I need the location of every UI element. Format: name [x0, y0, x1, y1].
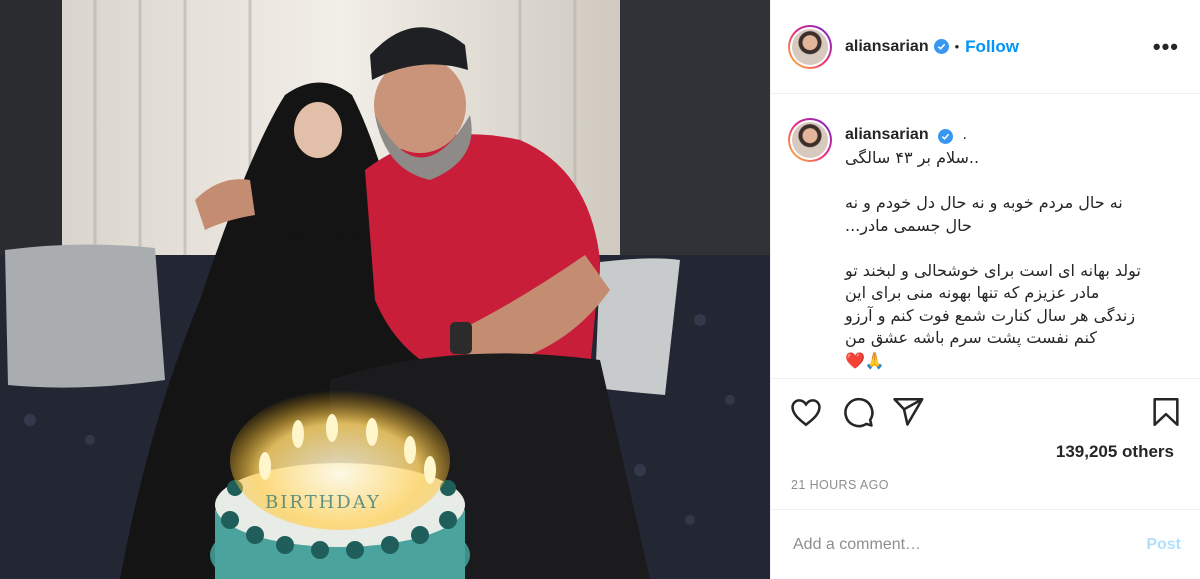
- follow-button[interactable]: Follow: [965, 37, 1019, 57]
- comment-form: Post: [771, 509, 1200, 579]
- share-icon[interactable]: [891, 395, 925, 429]
- caption-profile-photo: [792, 122, 828, 158]
- username-link[interactable]: aliansarian: [845, 38, 929, 56]
- post-timestamp[interactable]: 21 HOURS AGO: [791, 478, 889, 492]
- caption-username-link[interactable]: aliansarian: [845, 126, 929, 143]
- caption: aliansarian . ..سلام بر ۴۳ سالگی نه حال …: [788, 118, 1188, 372]
- comment-icon[interactable]: [841, 395, 875, 429]
- caption-body: ..سلام بر ۴۳ سالگی نه حال مردم خوبه و نه…: [845, 147, 1188, 372]
- photo-illustration: [0, 0, 770, 579]
- more-options-icon[interactable]: •••: [1153, 36, 1179, 58]
- instagram-post: BIRTHDAY aliansarian • Follow ••• alians…: [0, 0, 1200, 579]
- caption-avatar[interactable]: [788, 118, 832, 162]
- verified-badge-icon: [938, 129, 954, 144]
- caption-text: ..سلام بر ۴۳ سالگی نه حال مردم خوبه و نه…: [845, 148, 1141, 370]
- likes-count[interactable]: 139,205 others: [1056, 442, 1174, 462]
- action-bar: [771, 378, 1200, 443]
- post-header: aliansarian • Follow •••: [771, 0, 1200, 94]
- post-photo[interactable]: BIRTHDAY: [0, 0, 770, 579]
- profile-photo: [792, 28, 828, 65]
- caption-suffix: .: [962, 126, 967, 143]
- post-sidebar: aliansarian • Follow ••• aliansarian . .…: [770, 0, 1200, 579]
- separator-dot: •: [954, 39, 960, 54]
- heart-icon[interactable]: [789, 395, 823, 429]
- post-comment-button[interactable]: Post: [1146, 536, 1181, 554]
- bookmark-icon[interactable]: [1149, 395, 1183, 429]
- cake-lettering: BIRTHDAY: [265, 492, 381, 513]
- comment-input[interactable]: [791, 534, 1147, 555]
- verified-badge-icon: [933, 39, 949, 54]
- avatar[interactable]: [788, 24, 832, 69]
